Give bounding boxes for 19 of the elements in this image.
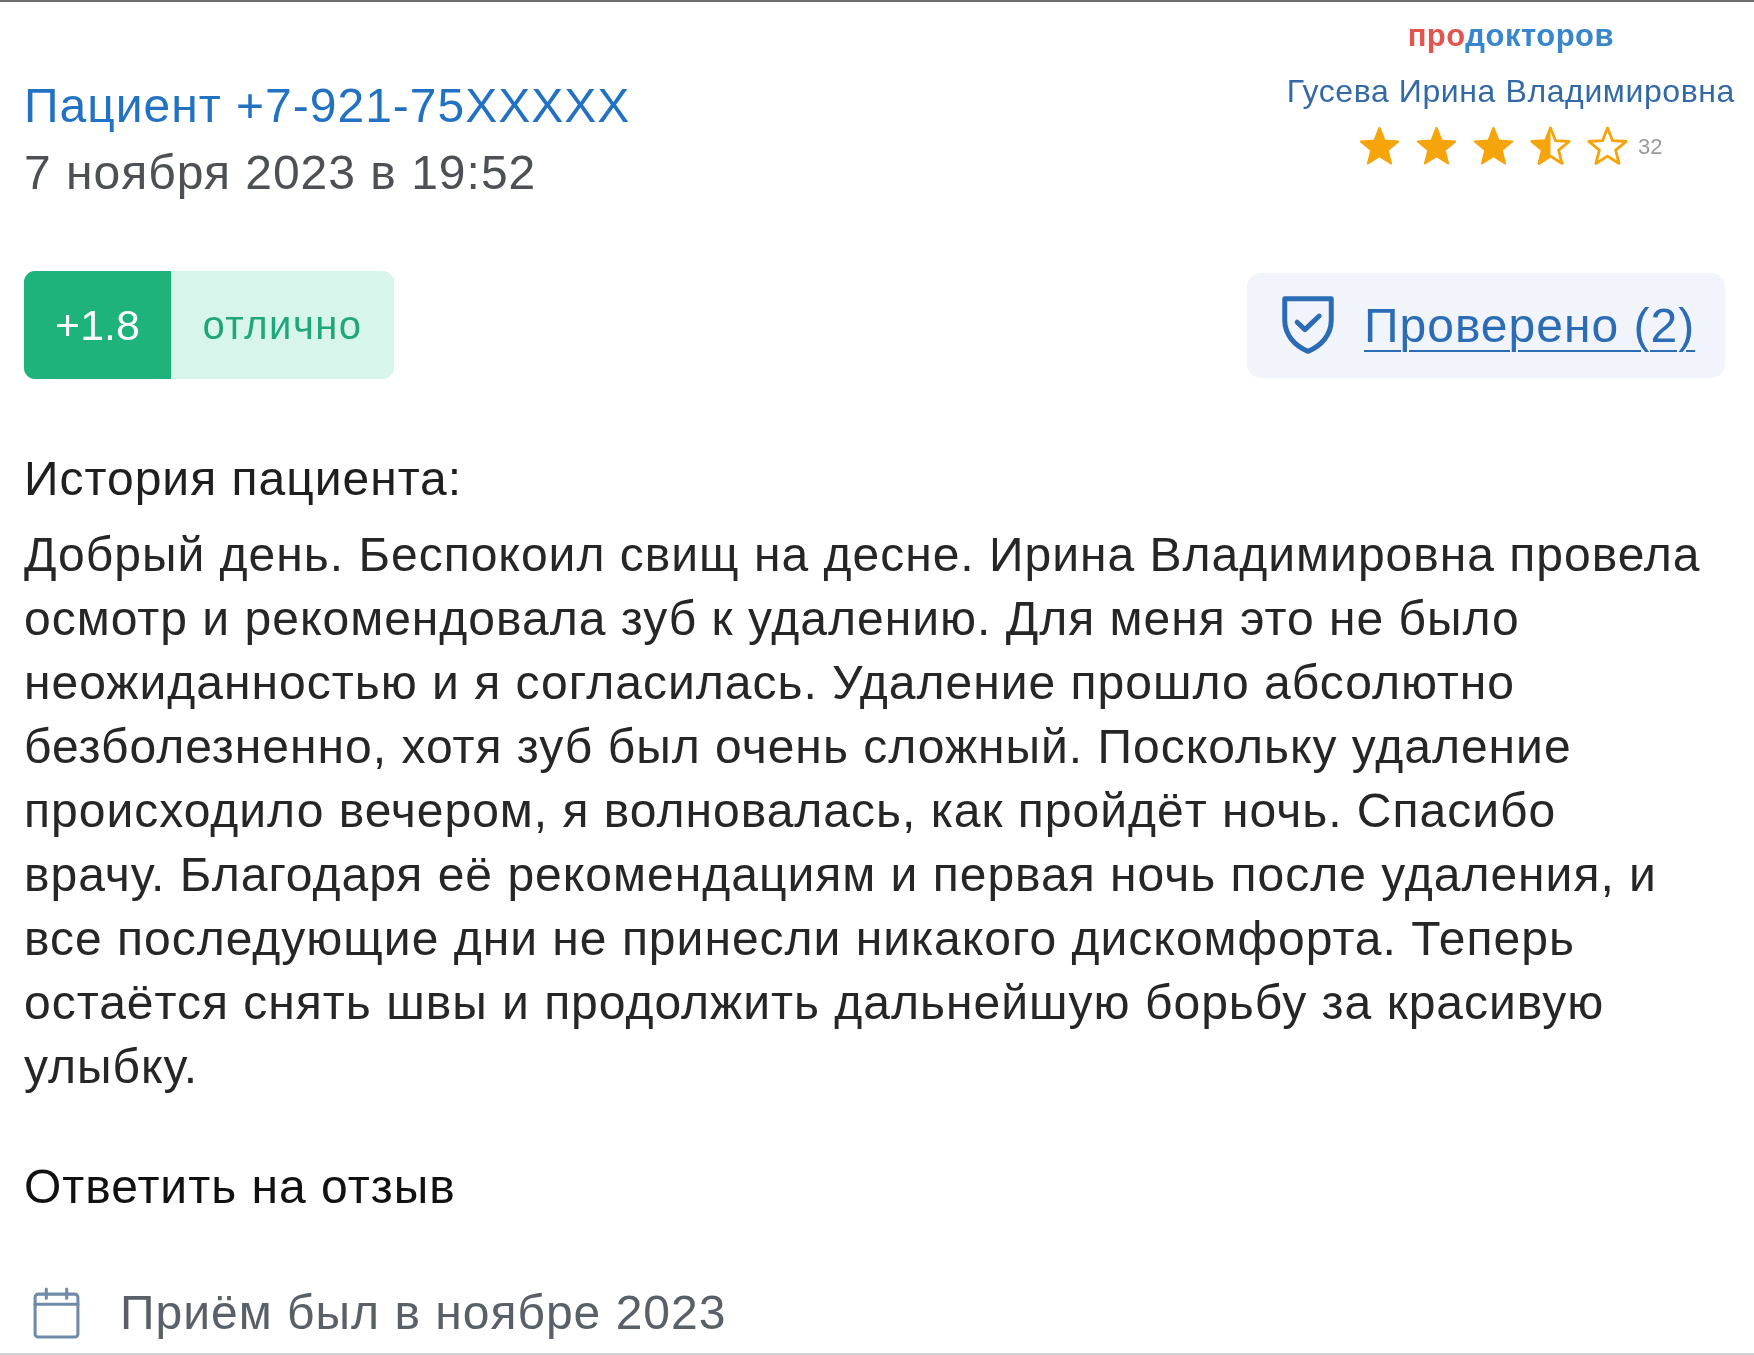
patient-name-link[interactable]: Пациент +7-921-75XXXXX <box>24 74 631 138</box>
reply-link[interactable]: Ответить на отзыв <box>24 1155 456 1219</box>
star-icon <box>1473 126 1515 167</box>
star-icon <box>1359 126 1401 167</box>
review-count: 32 <box>1638 133 1663 160</box>
story-text: Добрый день. Беспокоил свищ на десне. Ирина Владимировна провела осмотр и рекомендовала зуб к удалению. Для меня это не было неожиданностью и я согласилась. Удаление прошло абсолютно безболезненно, хотя зуб был очень сложный. Поскольку удаление происходило вечером, я волновалась, как пройдёт ночь. Спасибо врачу. Благодаря её рекомендациям и первая ночь после удаления, и все последующие дни не принесли никакого дискомфорта. Теперь остаётся снять швы и продолжить дальнейшую борьбу за красивую улыбку. <box>24 527 1702 1095</box>
calendar-icon <box>32 1286 81 1340</box>
star-outline-icon <box>1587 126 1629 167</box>
review-date: 7 ноября 2023 в 19:52 <box>24 145 537 201</box>
shield-check-icon <box>1280 294 1336 356</box>
doctor-name-link[interactable]: Гусева Ирина Владимировна <box>1286 71 1735 111</box>
score-value: +1.8 <box>24 271 171 379</box>
brand-logo[interactable]: продокторов <box>1407 16 1615 56</box>
story-heading: История пациента: <box>24 451 463 507</box>
star-icon <box>1416 126 1458 167</box>
score-label: отлично <box>201 301 364 349</box>
half-star-icon <box>1530 126 1572 167</box>
visit-date: Приём был в ноябре 2023 <box>120 1285 727 1341</box>
verified-link[interactable]: Проверено (2) <box>1364 297 1696 353</box>
